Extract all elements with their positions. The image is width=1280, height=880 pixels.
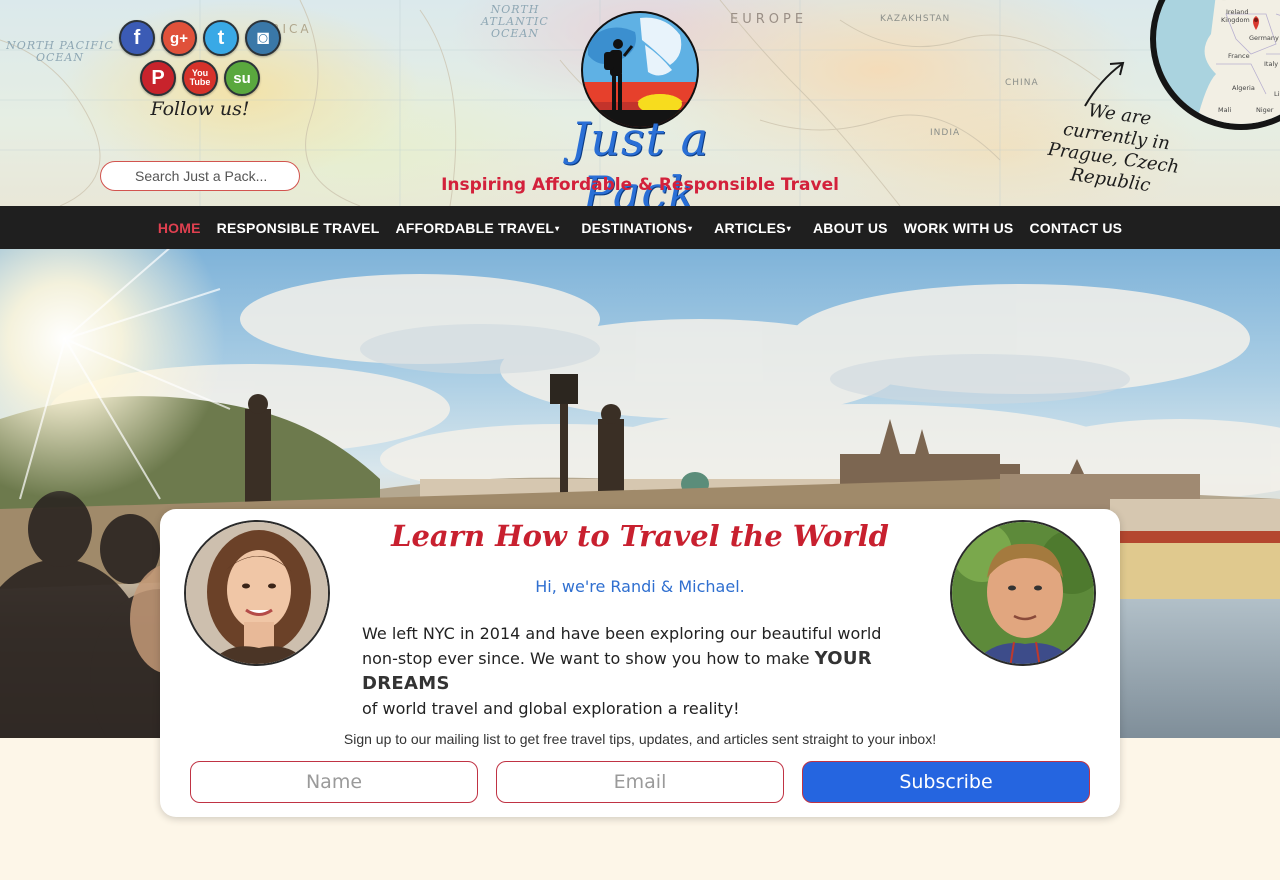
mini-map-label: Algeria <box>1232 84 1255 92</box>
mini-map-label: Germany <box>1249 34 1279 42</box>
email-field[interactable] <box>496 761 784 803</box>
map-label-north-pacific: NORTH PACIFIC OCEAN <box>6 39 114 64</box>
mini-map-label: Italy <box>1264 60 1278 68</box>
nav-item-label: RESPONSIBLE TRAVEL <box>216 219 380 236</box>
nav-item-label: ABOUT US <box>813 219 888 236</box>
caret-down-icon: ▾ <box>687 224 693 234</box>
instagram-icon[interactable]: ◙ <box>245 20 281 56</box>
nav-item-articles[interactable]: ARTICLES▾ <box>706 220 805 236</box>
search-input[interactable] <box>100 161 300 191</box>
mini-map-label: France <box>1228 52 1250 60</box>
nav-item-about-us[interactable]: ABOUT US <box>805 220 896 236</box>
signup-card: Learn How to Travel the World Hi, we're … <box>160 509 1120 817</box>
social-icons: f g+ t ◙ P You Tube su <box>115 20 285 100</box>
nav-item-label: AFFORDABLE TRAVEL <box>395 219 555 236</box>
caret-down-icon: ▾ <box>555 224 560 234</box>
mini-map-label: Ireland <box>1226 8 1248 16</box>
nav-item-label: ARTICLES <box>714 219 786 236</box>
stumbleupon-icon[interactable]: su <box>224 60 260 96</box>
intro-text: We left NYC in 2014 and have been explor… <box>362 621 922 721</box>
site-header: NORTH PACIFIC OCEAN NORTH ATLANTIC OCEAN… <box>0 0 1280 206</box>
main-nav: HOME RESPONSIBLE TRAVEL AFFORDABLE TRAVEL▾… <box>0 206 1280 249</box>
nav-item-label: HOME <box>157 219 201 236</box>
nav-item-home[interactable]: HOME <box>150 220 209 236</box>
map-label-china: CHINA <box>1005 78 1039 88</box>
map-label-kazakhstan: KAZAKHSTAN <box>880 14 951 24</box>
signup-text: Sign up to our mailing list to get free … <box>343 731 937 747</box>
mini-map-label: Mali <box>1218 106 1231 114</box>
card-title: Learn How to Travel the World <box>391 519 889 553</box>
nav-item-work-with-us[interactable]: WORK WITH US <box>896 220 1022 236</box>
name-field[interactable] <box>190 761 478 803</box>
youtube-icon[interactable]: You Tube <box>182 60 218 96</box>
subscribe-button[interactable]: Subscribe <box>802 761 1090 803</box>
mini-map-label: Niger <box>1256 106 1274 114</box>
nav-item-affordable-travel[interactable]: AFFORDABLE TRAVEL▾ <box>387 220 573 236</box>
map-label-north-atlantic: NORTH ATLANTIC OCEAN <box>481 3 549 40</box>
google-plus-icon[interactable]: g+ <box>161 20 197 56</box>
intro-text-part-1: We left NYC in 2014 and have been explor… <box>362 624 882 668</box>
map-label-india: INDIA <box>930 128 961 138</box>
twitter-icon[interactable]: t <box>203 20 239 56</box>
facebook-icon[interactable]: f <box>119 20 155 56</box>
caret-down-icon: ▾ <box>786 224 791 234</box>
pinterest-icon[interactable]: P <box>140 60 176 96</box>
intro-text-part-2: of world travel and global exploration a… <box>362 699 740 718</box>
nav-item-label: DESTINATIONS <box>581 219 687 236</box>
nav-item-label: WORK WITH US <box>903 219 1014 236</box>
mini-map-label: Libya <box>1274 90 1280 98</box>
follow-us-text: Follow us! <box>150 98 250 120</box>
nav-item-label: CONTACT US <box>1029 219 1123 236</box>
nav-item-contact-us[interactable]: CONTACT US <box>1021 220 1130 236</box>
greeting-text: Hi, we're Randi & Michael. <box>535 577 745 596</box>
tagline: Inspiring Affordable & Responsible Trave… <box>441 175 839 195</box>
nav-item-responsible-travel[interactable]: RESPONSIBLE TRAVEL <box>209 220 388 236</box>
mini-map-label: Kingdom <box>1221 16 1250 24</box>
nav-item-destinations[interactable]: DESTINATIONS▾ <box>573 220 706 236</box>
map-label-europe: EUROPE <box>730 12 808 27</box>
